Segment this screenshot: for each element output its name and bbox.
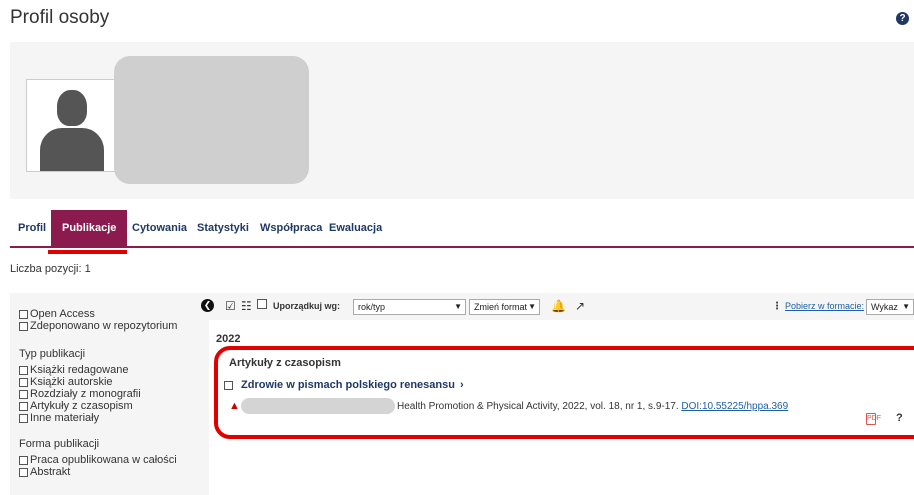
- info-icon[interactable]: ?: [896, 412, 903, 424]
- format-select[interactable]: Wykaz ▼: [866, 299, 914, 315]
- filter-group-heading: Forma publikacji: [19, 438, 100, 450]
- tab-ewaluacja[interactable]: Ewaluacja: [329, 210, 382, 246]
- checkbox[interactable]: [19, 467, 28, 477]
- publication-checkbox[interactable]: [224, 380, 233, 390]
- chevron-right-icon[interactable]: ›: [460, 379, 464, 391]
- select-list-icon[interactable]: ☷: [241, 293, 252, 320]
- checkbox[interactable]: [19, 321, 28, 331]
- result-count: Liczba pozycji: 1: [10, 263, 91, 275]
- check-all-icon[interactable]: ☑: [225, 293, 236, 320]
- doi-link[interactable]: DOI:10.55225/hppa.369: [681, 401, 788, 412]
- sort-select[interactable]: rok/typ ▼: [353, 299, 466, 315]
- filter-option[interactable]: Artykuły z czasopism: [19, 400, 209, 412]
- year-heading: 2022: [216, 333, 241, 345]
- filter-option[interactable]: Książki autorskie: [19, 376, 209, 388]
- category-heading: Artykuły z czasopism: [229, 357, 341, 369]
- publication-citation: Health Promotion & Physical Activity, 20…: [397, 401, 789, 412]
- checkbox[interactable]: [19, 389, 28, 399]
- filter-option[interactable]: Książki redagowane: [19, 364, 209, 376]
- chevron-down-icon: ▼: [528, 302, 536, 311]
- select-none-checkbox[interactable]: [257, 293, 269, 320]
- filter-sidebar: Open Access Zdeponowano w repozytorium T…: [10, 293, 209, 495]
- filter-open-access[interactable]: Open Access: [19, 308, 209, 320]
- tab-cytowania[interactable]: Cytowania: [132, 210, 187, 246]
- chevron-left-icon[interactable]: ❮: [201, 299, 214, 312]
- tab-wspolpraca[interactable]: Współpraca: [260, 210, 322, 246]
- checkbox[interactable]: [19, 309, 28, 319]
- filter-option[interactable]: Praca opublikowana w całości: [19, 454, 209, 466]
- publication-title-link[interactable]: Zdrowie w pismach polskiego renesansu: [241, 379, 455, 391]
- sort-label: Uporządkuj wg:: [273, 301, 340, 311]
- checkbox[interactable]: [19, 401, 28, 411]
- checkbox[interactable]: [19, 377, 28, 387]
- chevron-down-icon: ▼: [902, 302, 910, 311]
- page-title: Profil osoby: [10, 7, 110, 28]
- filter-option[interactable]: Inne materiały: [19, 412, 209, 424]
- results-toolbar: ❮ ☑ ☷ Uporządkuj wg: rok/typ ▼ Zmień form…: [201, 293, 914, 320]
- download-format-link[interactable]: Pobierz w formacie:: [785, 301, 864, 311]
- checkbox[interactable]: [19, 413, 28, 423]
- active-tab-indicator: [48, 250, 127, 254]
- checkbox[interactable]: [19, 455, 28, 465]
- publication-title-row: Zdrowie w pismach polskiego renesansu ›: [224, 379, 464, 391]
- tab-profil[interactable]: Profil: [18, 210, 46, 246]
- bell-icon[interactable]: 🔔: [551, 293, 566, 320]
- warning-icon: ▲: [229, 400, 240, 412]
- person-silhouette-icon: [57, 90, 87, 126]
- filter-group-heading: Typ publikacji: [19, 348, 86, 360]
- profile-panel: [10, 42, 914, 199]
- help-icon[interactable]: ?: [896, 12, 909, 25]
- chart-icon[interactable]: ↗: [575, 293, 585, 320]
- redacted-authors: [241, 398, 395, 414]
- more-vertical-icon[interactable]: ⋮: [772, 293, 782, 320]
- avatar: [26, 79, 119, 172]
- change-format-button[interactable]: Zmień format ▼: [469, 299, 540, 315]
- checkbox[interactable]: [19, 365, 28, 375]
- tab-publikacje[interactable]: Publikacje: [51, 210, 128, 246]
- filter-option[interactable]: Abstrakt: [19, 466, 209, 478]
- pdf-icon[interactable]: PDF: [866, 413, 881, 425]
- filter-option[interactable]: Rozdziały z monografii: [19, 388, 209, 400]
- tab-statystyki[interactable]: Statystyki: [197, 210, 249, 246]
- redacted-profile-info: [114, 56, 309, 184]
- filter-repozytorium[interactable]: Zdeponowano w repozytorium: [19, 320, 209, 332]
- chevron-down-icon: ▼: [454, 302, 462, 311]
- profile-tabs: Profil Publikacje Cytowania Statystyki W…: [10, 210, 914, 248]
